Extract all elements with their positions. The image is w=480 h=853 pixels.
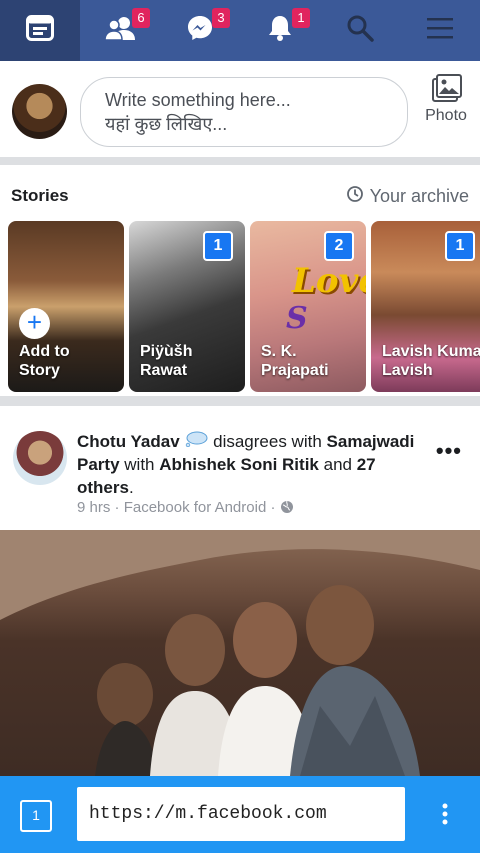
composer-placeholder-hindi: यहां कुछ लिखिए... — [105, 114, 228, 134]
messenger-icon — [186, 14, 214, 47]
story-count-badge: 1 — [445, 231, 475, 261]
post-time[interactable]: 9 hrs — [77, 499, 110, 516]
s-letter-sticker: S — [286, 301, 308, 336]
story-card-add[interactable]: + Add to Story — [8, 221, 124, 392]
url-bar[interactable]: https://m.facebook.com — [77, 787, 405, 841]
browser-menu-button[interactable] — [437, 802, 453, 826]
post-photo-image — [0, 530, 480, 776]
news-feed-icon — [26, 15, 54, 46]
kebab-menu-icon — [441, 803, 449, 831]
globe-icon — [280, 499, 294, 516]
composer-placeholder-english: Write something here... — [105, 90, 291, 110]
messages-badge: 3 — [212, 8, 230, 28]
friend-requests-badge: 6 — [132, 8, 150, 28]
stories-title: Stories — [11, 186, 69, 205]
notifications-icon — [267, 14, 293, 47]
story-card[interactable]: 2 Love S S. K.Prajapati — [250, 221, 366, 392]
browser-tabs-button[interactable]: 1 — [20, 800, 52, 832]
tab-messages[interactable]: 3 — [160, 0, 240, 61]
your-archive-label: Your archive — [369, 186, 469, 206]
notifications-badge: 1 — [292, 8, 310, 28]
post-meta: 9 hrs · Facebook for Android · — [77, 499, 294, 516]
story-name: Piÿùšh Rawat — [140, 343, 193, 379]
status-input[interactable]: Write something here... यहां कुछ लिखिए..… — [80, 77, 408, 147]
post-action: disagrees with — [213, 432, 322, 451]
post-with: with — [124, 455, 155, 474]
story-card[interactable]: 1 Piÿùšh Rawat — [129, 221, 245, 392]
more-icon: ••• — [435, 438, 462, 463]
post-and: and — [323, 455, 352, 474]
story-name: Lavish Kumar Lavish — [382, 343, 480, 379]
avatar[interactable] — [12, 84, 67, 139]
story-card[interactable]: 1 Lavish Kumar Lavish — [371, 221, 480, 392]
post-author[interactable]: Chotu Yadav — [77, 432, 180, 451]
post-photo[interactable] — [0, 530, 480, 776]
menu-icon — [426, 16, 454, 45]
story-count-badge: 1 — [203, 231, 233, 261]
your-archive-link[interactable]: Your archive — [346, 185, 469, 208]
thought-bubble-icon — [184, 431, 213, 451]
tab-search[interactable] — [320, 0, 400, 61]
photo-button[interactable]: Photo — [420, 73, 472, 125]
love-sticker: Love — [292, 261, 366, 301]
story-name: S. K. Prajapati — [261, 343, 329, 379]
top-nav-bar: 6 3 1 — [0, 0, 480, 61]
story-name: Add to Story — [19, 343, 70, 379]
tab-news-feed[interactable] — [0, 0, 80, 61]
tab-notifications[interactable]: 1 — [240, 0, 320, 61]
post-tagged[interactable]: Abhishek Soni Ritik — [159, 455, 319, 474]
add-story-icon: + — [19, 308, 50, 339]
search-icon — [346, 14, 374, 47]
post-options-button[interactable]: ••• — [436, 438, 462, 464]
feed-post: Chotu Yadav disagrees with Samajwadi Par… — [0, 416, 480, 776]
story-count-badge: 2 — [324, 231, 354, 261]
post-header-text: Chotu Yadav disagrees with Samajwadi Par… — [77, 431, 415, 497]
tab-friend-requests[interactable]: 6 — [80, 0, 160, 61]
avatar[interactable] — [13, 431, 67, 485]
photo-icon — [420, 73, 472, 107]
tab-menu[interactable] — [400, 0, 480, 61]
photo-label: Photo — [425, 107, 467, 124]
clock-icon — [346, 185, 364, 208]
post-source: Facebook for Android — [123, 499, 267, 516]
stories-section: Stories Your archive + Add to Story 1 Piÿ… — [0, 173, 480, 406]
browser-bottom-bar: 1 https://m.facebook.com — [0, 776, 480, 853]
post-composer: Write something here... यहां कुछ लिखिए..… — [0, 61, 480, 165]
friends-icon — [104, 15, 135, 46]
